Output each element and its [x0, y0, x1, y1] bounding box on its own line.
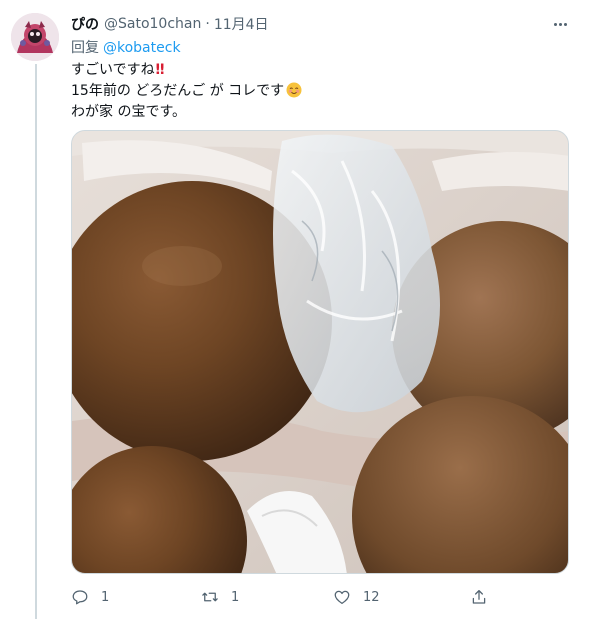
tweet-header: ぴの @Sato10chan · 11月4日: [71, 14, 269, 34]
user-handle[interactable]: @Sato10chan: [104, 16, 201, 32]
dorodango-photo: [72, 131, 568, 573]
reply-context: 回复 @kobateck: [71, 37, 181, 57]
tweet-date[interactable]: 11月4日: [214, 14, 269, 34]
reply-button[interactable]: 1: [71, 586, 109, 608]
like-count: 12: [363, 589, 380, 605]
smiling-face-emoji-icon: [286, 82, 302, 98]
reply-count: 1: [101, 589, 110, 605]
tweet-text-line-1: すごいですね‼: [71, 60, 571, 81]
tweet-text: すごいですね‼ 15年前の どろだんご が コレです わが家 の宝です。: [71, 60, 571, 123]
heart-icon: [334, 590, 350, 605]
tweet-text-line-2-content: 15年前の どろだんご が コレです: [71, 83, 285, 99]
reply-icon: [72, 590, 88, 605]
reply-prefix: 回复: [71, 40, 99, 56]
more-dot: [558, 22, 562, 26]
retweet-count: 1: [231, 589, 240, 605]
share-button[interactable]: [470, 586, 488, 608]
more-dot: [563, 22, 567, 26]
tweet[interactable]: ぴの @Sato10chan · 11月4日 回复 @kobateck すごいです…: [0, 0, 600, 619]
reply-mention-link[interactable]: @kobateck: [103, 40, 181, 56]
tweet-actions: 1 1 12: [71, 586, 551, 608]
thread-line: [35, 64, 37, 619]
more-dot: [553, 22, 557, 26]
retweet-button[interactable]: 1: [201, 586, 239, 608]
separator-dot: ·: [205, 16, 210, 32]
tweet-photo[interactable]: [71, 130, 569, 574]
avatar[interactable]: [11, 13, 59, 61]
display-name[interactable]: ぴの: [71, 14, 99, 34]
like-button[interactable]: 12: [333, 586, 380, 608]
share-icon: [472, 589, 486, 604]
retweet-icon: [202, 592, 218, 602]
tweet-text-line-1-content: すごいですね: [71, 62, 155, 78]
tweet-text-line-2: 15年前の どろだんご が コレです: [71, 81, 571, 102]
double-exclamation-emoji: ‼: [155, 62, 165, 78]
avatar-image: [11, 13, 59, 61]
more-icon[interactable]: [546, 14, 574, 34]
tweet-text-line-3: わが家 の宝です。: [71, 104, 187, 120]
